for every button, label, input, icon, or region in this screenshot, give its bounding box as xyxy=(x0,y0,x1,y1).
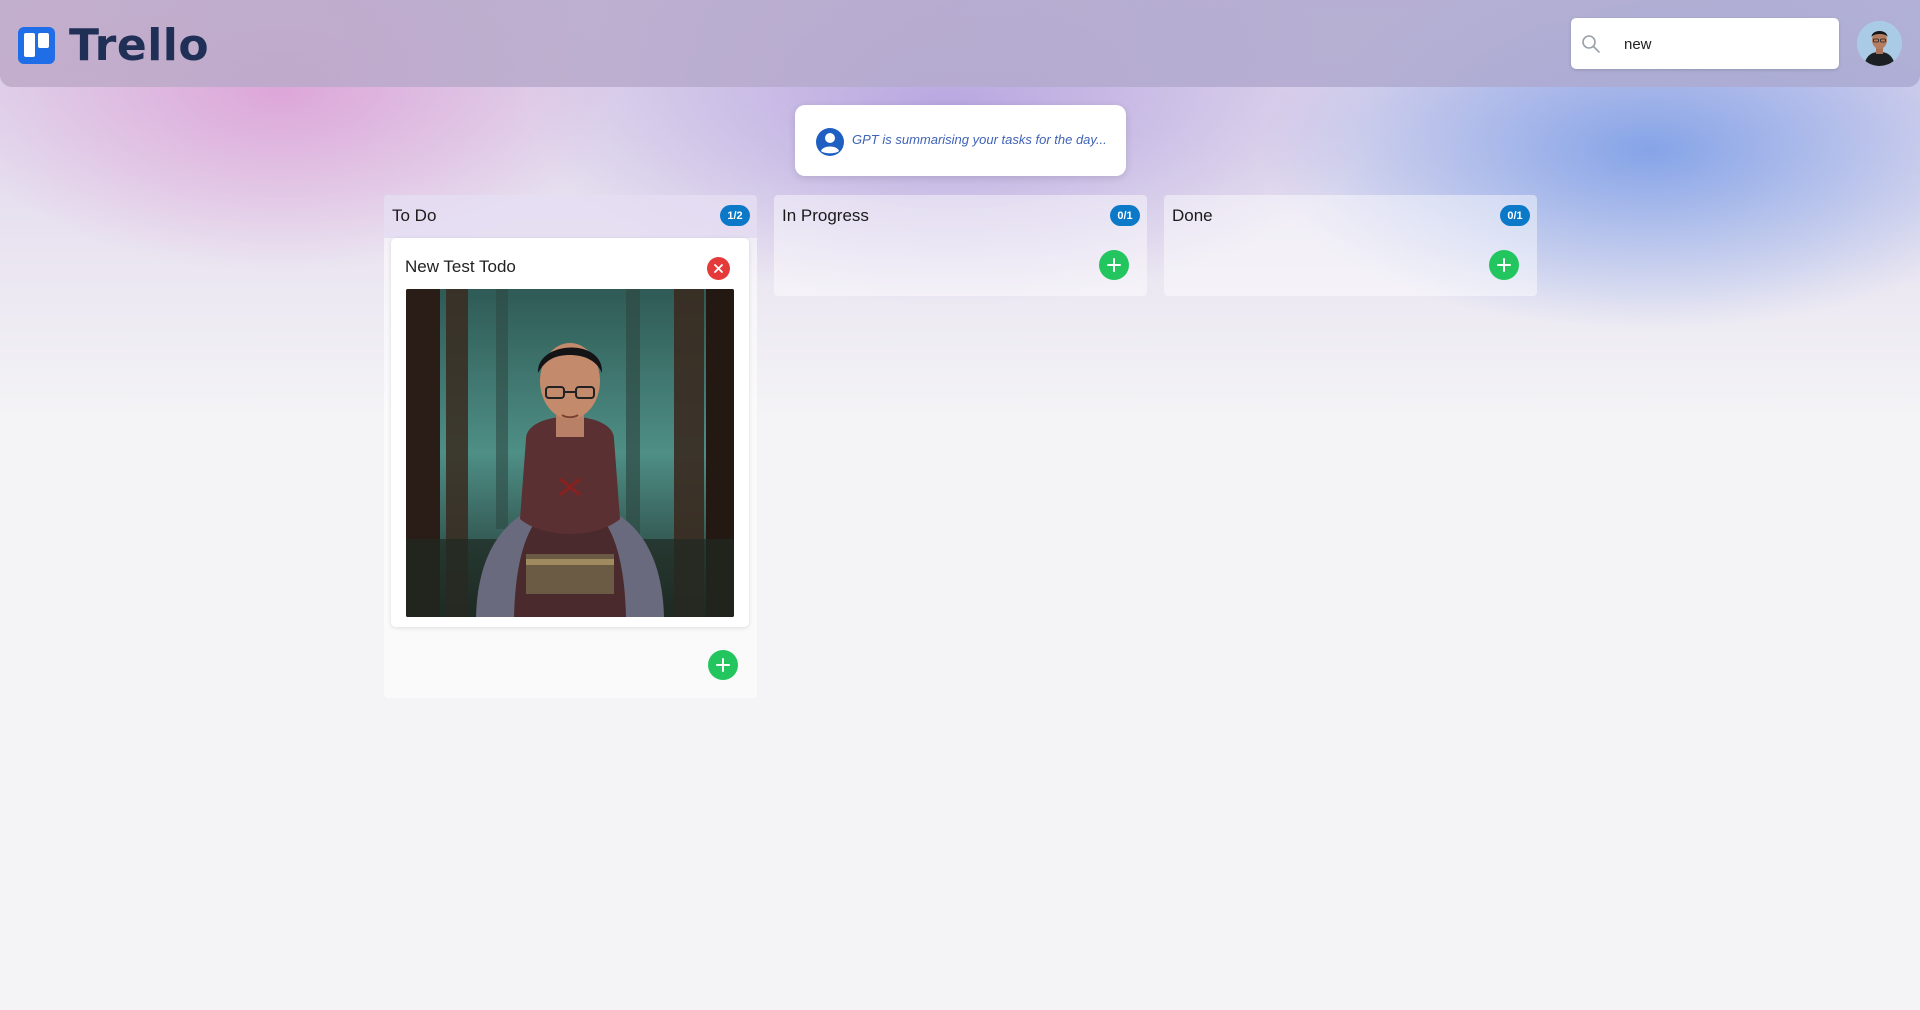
count-badge: 0/1 xyxy=(1500,205,1530,226)
column-in-progress: In Progress 0/1 xyxy=(774,195,1147,296)
user-circle-icon xyxy=(816,128,844,156)
app-name: Trello xyxy=(69,20,210,71)
column-done: Done 0/1 xyxy=(1164,195,1537,296)
search-box[interactable] xyxy=(1571,18,1839,69)
card-image xyxy=(406,289,734,617)
gpt-summary-panel: GPT is summarising your tasks for the da… xyxy=(795,105,1126,176)
add-card-button[interactable] xyxy=(1489,250,1519,280)
column-todo: To Do 1/2 New Test Todo xyxy=(384,195,757,698)
trello-logo-icon xyxy=(18,27,55,64)
user-avatar-icon xyxy=(1857,21,1902,66)
todo-card[interactable]: New Test Todo xyxy=(391,238,749,627)
search-input[interactable] xyxy=(1624,32,1824,56)
column-header xyxy=(384,195,757,238)
character-portrait-image xyxy=(406,289,734,617)
plus-icon xyxy=(1497,258,1511,272)
avatar[interactable] xyxy=(1857,21,1902,66)
plus-icon xyxy=(716,658,730,672)
top-header: Trello xyxy=(0,0,1920,87)
card-title: New Test Todo xyxy=(405,257,516,276)
column-title: In Progress xyxy=(782,206,869,225)
add-card-button[interactable] xyxy=(708,650,738,680)
app-logo[interactable]: Trello xyxy=(18,20,209,71)
column-title: Done xyxy=(1172,206,1213,225)
column-title: To Do xyxy=(392,206,437,225)
summary-text: GPT is summarising your tasks for the da… xyxy=(852,132,1107,147)
plus-icon xyxy=(1107,258,1121,272)
count-badge: 0/1 xyxy=(1110,205,1140,226)
remove-card-button[interactable] xyxy=(707,257,730,280)
search-icon xyxy=(1582,35,1600,53)
close-icon xyxy=(714,264,723,273)
count-badge: 1/2 xyxy=(720,205,750,226)
add-card-button[interactable] xyxy=(1099,250,1129,280)
